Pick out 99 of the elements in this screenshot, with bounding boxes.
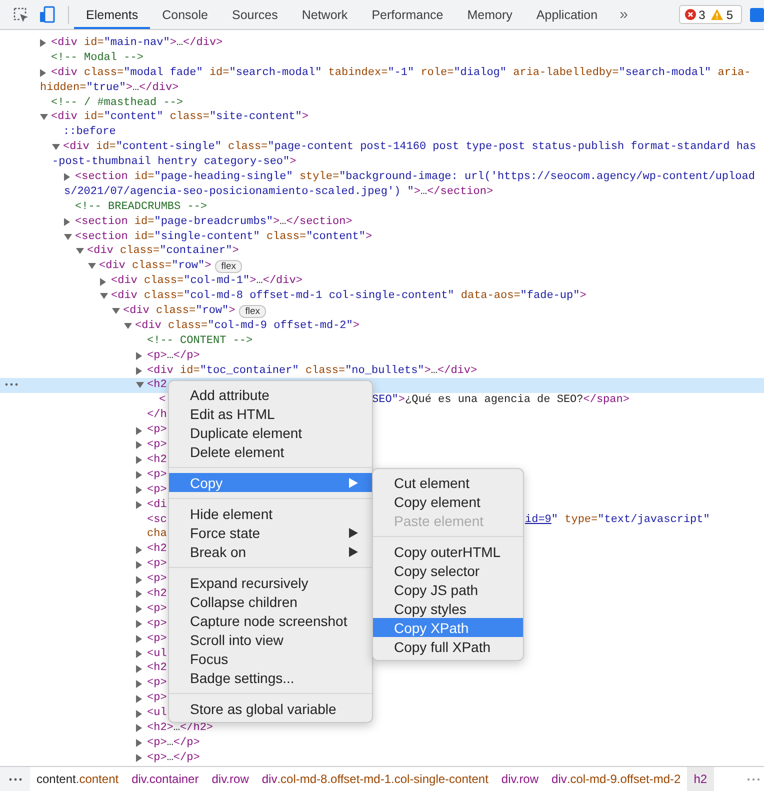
menu-item[interactable]: Scroll into view <box>169 630 372 649</box>
menu-item[interactable]: Copy selector <box>373 561 523 580</box>
panel-tab[interactable]: Application <box>524 0 610 29</box>
tree-row[interactable]: <!-- CONTENT --> <box>136 334 253 349</box>
collapse-arrow-icon[interactable] <box>52 144 60 152</box>
menu-item[interactable]: Duplicate element <box>169 423 372 442</box>
tree-row[interactable]: <p> <box>136 676 167 692</box>
tree-row[interactable]: <p> <box>136 616 167 632</box>
menu-item[interactable]: Store as global variable <box>169 699 372 718</box>
menu-item[interactable]: Copy XPath <box>373 618 523 637</box>
tree-row[interactable]: <div class="row"> flex <box>88 259 242 274</box>
tree-row[interactable]: <p> <box>136 423 167 438</box>
tree-row[interactable]: <section id="page-breadcrumbs">…</section> <box>64 214 352 230</box>
expand-arrow-icon[interactable] <box>40 69 47 78</box>
collapse-arrow-icon[interactable] <box>40 114 48 122</box>
warning-icon <box>711 9 724 20</box>
menu-item[interactable]: Copy outerHTML <box>373 542 523 561</box>
panel-tab[interactable]: Memory <box>455 0 524 29</box>
menu-item[interactable]: Badge settings... <box>169 668 372 687</box>
menu-item[interactable]: Force state <box>169 523 372 542</box>
tree-row[interactable]: <p>…</p> <box>136 736 200 751</box>
tree-row[interactable]: <p> <box>136 602 167 617</box>
tree-row[interactable]: <sc cha <box>136 512 167 542</box>
menu-item[interactable]: Focus <box>169 649 372 668</box>
tree-row[interactable]: <div id="main-nav">…</div> <box>40 36 223 51</box>
tree-row[interactable]: <div class="row"> flex <box>112 304 266 319</box>
tree-row[interactable]: <h2 <box>136 661 167 676</box>
tree-row[interactable]: <!-- / #masthead --> <box>40 96 184 110</box>
menu-item[interactable]: Edit as HTML <box>169 404 372 423</box>
tree-row[interactable]: <section id="page-heading-single" style="background-image: url('https://seocom.agency/wp-content/upload s/2021/07/agencia-seo-posicionamiento-scaled.jpeg') ">…</section> <box>64 170 755 200</box>
menu-item[interactable]: Delete element <box>169 442 372 461</box>
menu-item[interactable]: Copy JS path <box>373 580 523 599</box>
breadcrumb[interactable]: h2 <box>687 767 714 791</box>
tree-row[interactable]: < <box>148 393 166 408</box>
flex-badge[interactable]: flex <box>239 304 266 318</box>
expand-arrow-icon[interactable] <box>64 173 71 182</box>
breadcrumb[interactable]: div.row <box>494 767 546 791</box>
tree-row[interactable]: <p> <box>136 557 167 572</box>
breadcrumb[interactable]: div.col-md-8.offset-md-1.col-single-content <box>255 767 495 791</box>
menu-item[interactable]: Copy element <box>373 492 523 511</box>
error-icon <box>684 9 696 20</box>
menu-item[interactable]: Add attribute <box>169 385 372 404</box>
tree-row[interactable]: <h2 <box>136 452 167 468</box>
tree-row[interactable]: <p> <box>136 438 167 453</box>
menu-item[interactable]: Capture node screenshot <box>169 611 372 630</box>
tree-row[interactable]: <div class="container"> <box>76 244 239 260</box>
menu-item[interactable]: Copy <box>169 473 372 492</box>
menu-item[interactable]: Cut element <box>373 473 523 492</box>
tree-row[interactable]: <div class="col-md-1">…</div> <box>100 274 302 290</box>
tree-row[interactable]: <div class="modal fade" id="search-modal" tabindex="-1" role="dialog" aria-labelledby="search-modal" aria- hidden="true">…</div> <box>40 66 751 96</box>
tree-row[interactable]: <p>…</p> <box>136 348 200 364</box>
flex-badge[interactable]: flex <box>215 260 242 274</box>
more-tabs-button[interactable]: » <box>612 6 636 23</box>
tree-row[interactable]: <p> <box>136 632 167 647</box>
menu-item[interactable]: Copy styles <box>373 599 523 618</box>
closing-tag: </h <box>147 408 167 424</box>
panel-tab[interactable]: Console <box>150 0 220 29</box>
tree-row[interactable]: <p> <box>136 691 167 706</box>
tree-row[interactable]: <p> <box>136 572 167 587</box>
tree-row[interactable]: <h2 <box>136 542 167 558</box>
menu-item[interactable]: Break on <box>169 542 372 561</box>
tree-row[interactable]: <p> <box>136 482 167 498</box>
tree-row[interactable]: <!-- BREADCRUMBS --> <box>64 200 208 215</box>
breadcrumb[interactable]: div.container <box>125 767 206 791</box>
tree-row[interactable]: <h2 <box>136 586 167 602</box>
tree-row[interactable]: <div id="content-single" class="page-content post-14160 post type-post status-publish format-standard has -post-thumbnail hentry category-seo"> <box>52 140 756 170</box>
menu-item[interactable]: Copy full XPath <box>373 637 523 656</box>
panel-tab[interactable]: Elements <box>74 0 150 29</box>
tree-row[interactable]: <section id="single-content" class="content"> <box>64 230 372 244</box>
tree-row[interactable]: <di <box>136 498 167 512</box>
tree-row[interactable]: <div class="col-md-8 offset-md-1 col-single-content" data-aos="fade-up"> <box>100 289 586 304</box>
breadcrumb[interactable]: div.col-md-9.offset-md-2 <box>545 767 688 791</box>
menu-item[interactable]: Hide element <box>169 504 372 523</box>
tree-row[interactable]: <p>…</p> <box>136 750 200 766</box>
tree-row[interactable]: <div id="toc_container" class="no_bullets">…</div> <box>136 364 478 378</box>
breadcrumb[interactable]: div.row <box>205 767 256 791</box>
tree-row[interactable]: <h2 <box>136 378 167 394</box>
code-fragment: SEO">¿Qué es una agencia de SEO?</span> <box>372 393 630 408</box>
tree-row[interactable]: ::before <box>52 125 116 140</box>
tree-row[interactable]: <div id="content" class="site-content"> <box>40 110 308 126</box>
collapse-arrow-icon[interactable] <box>136 382 144 390</box>
tree-row[interactable]: <div class="col-md-9 offset-md-2"> <box>124 318 360 334</box>
more-icon[interactable] <box>5 383 18 386</box>
tree-row[interactable]: <!-- Modal --> <box>40 50 144 66</box>
breadcrumb[interactable]: content.content <box>30 767 126 791</box>
expand-arrow-icon[interactable] <box>100 278 107 286</box>
panel-tab[interactable]: Network <box>290 0 360 29</box>
code-fragment: id=9" type="text/javascript" <box>525 512 710 528</box>
submenu-arrow-icon <box>349 478 358 488</box>
tree-row[interactable]: <ul <box>136 646 167 662</box>
tree-row[interactable]: <p> <box>136 468 167 483</box>
panel-tab[interactable]: Performance <box>360 0 456 29</box>
expand-arrow-icon[interactable] <box>64 218 71 226</box>
menu-item[interactable]: Collapse children <box>169 592 372 611</box>
tree-row[interactable]: <ul <box>136 706 167 721</box>
expand-arrow-icon[interactable] <box>40 39 47 48</box>
issues-counter[interactable]: 3 5 <box>678 5 742 24</box>
panel-tab[interactable]: Sources <box>220 0 290 29</box>
menu-item[interactable]: Expand recursively <box>169 573 372 592</box>
